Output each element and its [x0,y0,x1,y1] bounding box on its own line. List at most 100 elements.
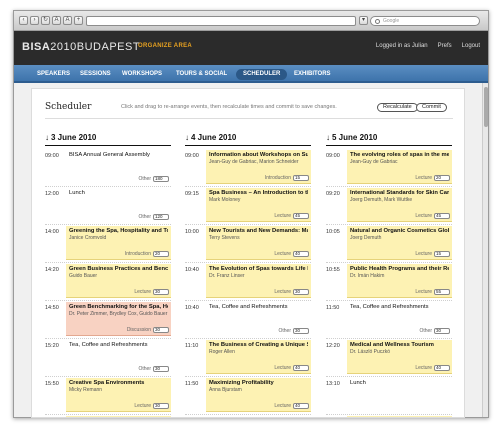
duration-select[interactable]: 30 [434,328,450,334]
event-card[interactable]: Creative Spa Environments Micky Remann Lec… [66,378,171,412]
search-input[interactable]: Google [370,16,480,26]
event-card[interactable]: Maximizing Profitability Anna Bjurstam Lec… [206,378,311,412]
tab-tours-social[interactable]: TOURS & SOCIAL [169,69,234,80]
logout-link[interactable]: Logout [462,43,480,49]
duration-select[interactable]: 40 [293,365,309,371]
tab-scheduler[interactable]: SCHEDULER [236,69,288,80]
event-card[interactable]: Medical and Wellness Tourism Dr. László P… [347,340,452,374]
event-card[interactable]: Natural and Organic Cosmetics Globa Joerg… [347,226,452,260]
schedule-slot[interactable]: 09:00 Information about Workshops on Sun J… [185,149,311,187]
schedule-slot[interactable]: 11:50 Tea, Coffee and Refreshments Other 30 [326,301,452,339]
schedule-slot[interactable]: 12:00 Lunch Other 120 [45,187,171,225]
event-card[interactable]: International Standards for Skin Care Joe… [347,188,452,222]
sort-down-icon[interactable]: ↓ [326,133,330,142]
event-title: The evolving roles of spas in the me [350,152,449,158]
duration-select[interactable]: 30 [153,366,169,372]
font-larger-icon[interactable]: A [63,16,72,25]
schedule-slot[interactable]: 11:10 The Business of Creating a Unique S… [185,339,311,377]
duration-select[interactable]: 30 [153,403,169,409]
schedule-slot[interactable]: 14:00 Greening the Spa, Hospitality and T… [45,225,171,263]
event-type: Other [278,328,291,334]
schedule-slot[interactable]: 09:20 International Standards for Skin Ca… [326,187,452,225]
schedule-slot[interactable]: 14:40Developing Water Therapies for Spas… [326,415,452,417]
schedule-slot[interactable]: 16:20Trends in Spa Architecture, Design … [45,415,171,417]
event-card[interactable]: Lunch Other 120 [66,188,171,222]
schedule-slot[interactable]: 09:15 Spa Business – An Introduction to t… [185,187,311,225]
sort-down-icon[interactable]: ↓ [185,133,189,142]
schedule-slot[interactable]: 13:10 Lunch [326,377,452,415]
event-title: Tea, Coffee and Refreshments [350,304,429,310]
duration-select[interactable]: 30 [293,328,309,334]
tab-exhibitors[interactable]: EXHIBITORS [287,69,338,80]
schedule-slot[interactable]: 15:20 Tea, Coffee and Refreshments Other 30 [45,339,171,377]
duration-select[interactable]: 20 [434,175,450,181]
reload-icon[interactable]: ↻ [41,16,50,25]
duration-select[interactable]: 45 [293,213,309,219]
duration-select[interactable]: 45 [434,213,450,219]
duration-select[interactable]: 15 [434,251,450,257]
site-logo[interactable]: BISA2010BUDAPEST [22,41,140,53]
schedule-slot[interactable]: 09:00 BISA Annual General Assembly Other 18… [45,149,171,187]
duration-select[interactable]: 30 [153,327,169,333]
event-card[interactable]: Tea, Coffee and Refreshments Other 30 [347,302,452,336]
schedule-slot[interactable]: 10:40 The Evolution of Spas towards Life … [185,263,311,301]
event-card[interactable]: Developing Water Therapies for SpasMary … [347,416,452,417]
schedule-slot[interactable]: 11:50 Maximizing Profitability Anna Bjurst… [185,377,311,415]
schedule-slot[interactable]: 09:00 The evolving roles of spas in the m… [326,149,452,187]
tab-sessions[interactable]: SESSIONS [73,69,118,80]
commit-button[interactable]: Commit [416,103,447,112]
duration-select[interactable]: 40 [293,403,309,409]
schedule-slot[interactable]: 10:55 Public Health Programs and their Re… [326,263,452,301]
rss-icon[interactable]: ▾ [359,16,368,25]
schedule-slot[interactable]: 14:20 Green Business Practices and Benchm… [45,263,171,301]
event-card[interactable]: Tea, Coffee and Refreshments Other 30 [206,302,311,336]
event-card[interactable]: The Evolution of Spas towards Life M Dr. … [206,264,311,298]
event-card[interactable]: Information about Workshops on Sun Jean-G… [206,150,311,184]
schedule-slot[interactable]: 10:00 New Tourists and New Demands: Ma Ter… [185,225,311,263]
font-smaller-icon[interactable]: A [52,16,61,25]
event-card[interactable]: The evolving roles of spas in the me Jean… [347,150,452,184]
recalculate-button[interactable]: Recalculate [377,103,418,112]
duration-select[interactable]: 40 [293,251,309,257]
event-card[interactable]: Green Business Practices and Benchm Guido… [66,264,171,298]
duration-select[interactable]: 15 [293,175,309,181]
prefs-link[interactable]: Prefs [438,43,452,49]
duration-select[interactable]: 120 [153,214,169,220]
address-bar[interactable] [86,16,356,26]
event-card[interactable]: Public Health Programs and their Rel Dr. … [347,264,452,298]
duration-select[interactable]: 40 [434,365,450,371]
schedule-slot[interactable]: 15:50 Creative Spa Environments Micky Rema… [45,377,171,415]
event-card[interactable]: Trends in Spa Architecture, Design arLin… [66,416,171,417]
page-scrollbar[interactable] [482,83,488,417]
event-card[interactable]: New Tourists and New Demands: Ma Terry St… [206,226,311,260]
event-card[interactable]: Greening the Spa, Hospitality and To Jani… [66,226,171,260]
duration-select[interactable]: 180 [153,176,169,182]
forward-icon[interactable]: › [30,16,39,25]
add-bookmark-icon[interactable]: + [74,16,83,25]
event-card[interactable]: Tea, Coffee and Refreshments Other 30 [66,340,171,374]
event-card[interactable]: The Business of Creating a Unique S Roger… [206,340,311,374]
tab-speakers[interactable]: SPEAKERS [30,69,77,80]
event-card[interactable]: Lunch [206,416,311,417]
slot-time: 10:40 [185,267,199,273]
tab-workshops[interactable]: WORKSHOPS [115,69,169,80]
event-title: Greening the Spa, Hospitality and To [69,228,168,234]
schedule-slot[interactable]: 10:40 Tea, Coffee and Refreshments Other 30 [185,301,311,339]
schedule-slot[interactable]: 10:05 Natural and Organic Cosmetics Globa… [326,225,452,263]
scroll-thumb[interactable] [484,87,488,127]
back-icon[interactable]: ‹ [19,16,28,25]
duration-select[interactable]: 20 [153,251,169,257]
event-card[interactable]: Spa Business – An Introduction to th Mark… [206,188,311,222]
duration-select[interactable]: 30 [293,289,309,295]
event-speakers: Micky Remann [69,387,103,393]
duration-select[interactable]: 30 [153,289,169,295]
event-card[interactable]: Green Benchmarking for the Spa, Hos Dr. P… [66,302,171,336]
event-card[interactable]: BISA Annual General Assembly Other 180 [66,150,171,184]
schedule-slot[interactable]: 12:30Lunch [185,415,311,417]
event-card[interactable]: Lunch [347,378,452,412]
schedule-slot[interactable]: 14:50 Green Benchmarking for the Spa, Hos… [45,301,171,339]
duration-select[interactable]: 55 [434,289,450,295]
slot-time: 10:40 [185,305,199,311]
sort-down-icon[interactable]: ↓ [45,133,49,142]
schedule-slot[interactable]: 12:20 Medical and Wellness Tourism Dr. Lás… [326,339,452,377]
